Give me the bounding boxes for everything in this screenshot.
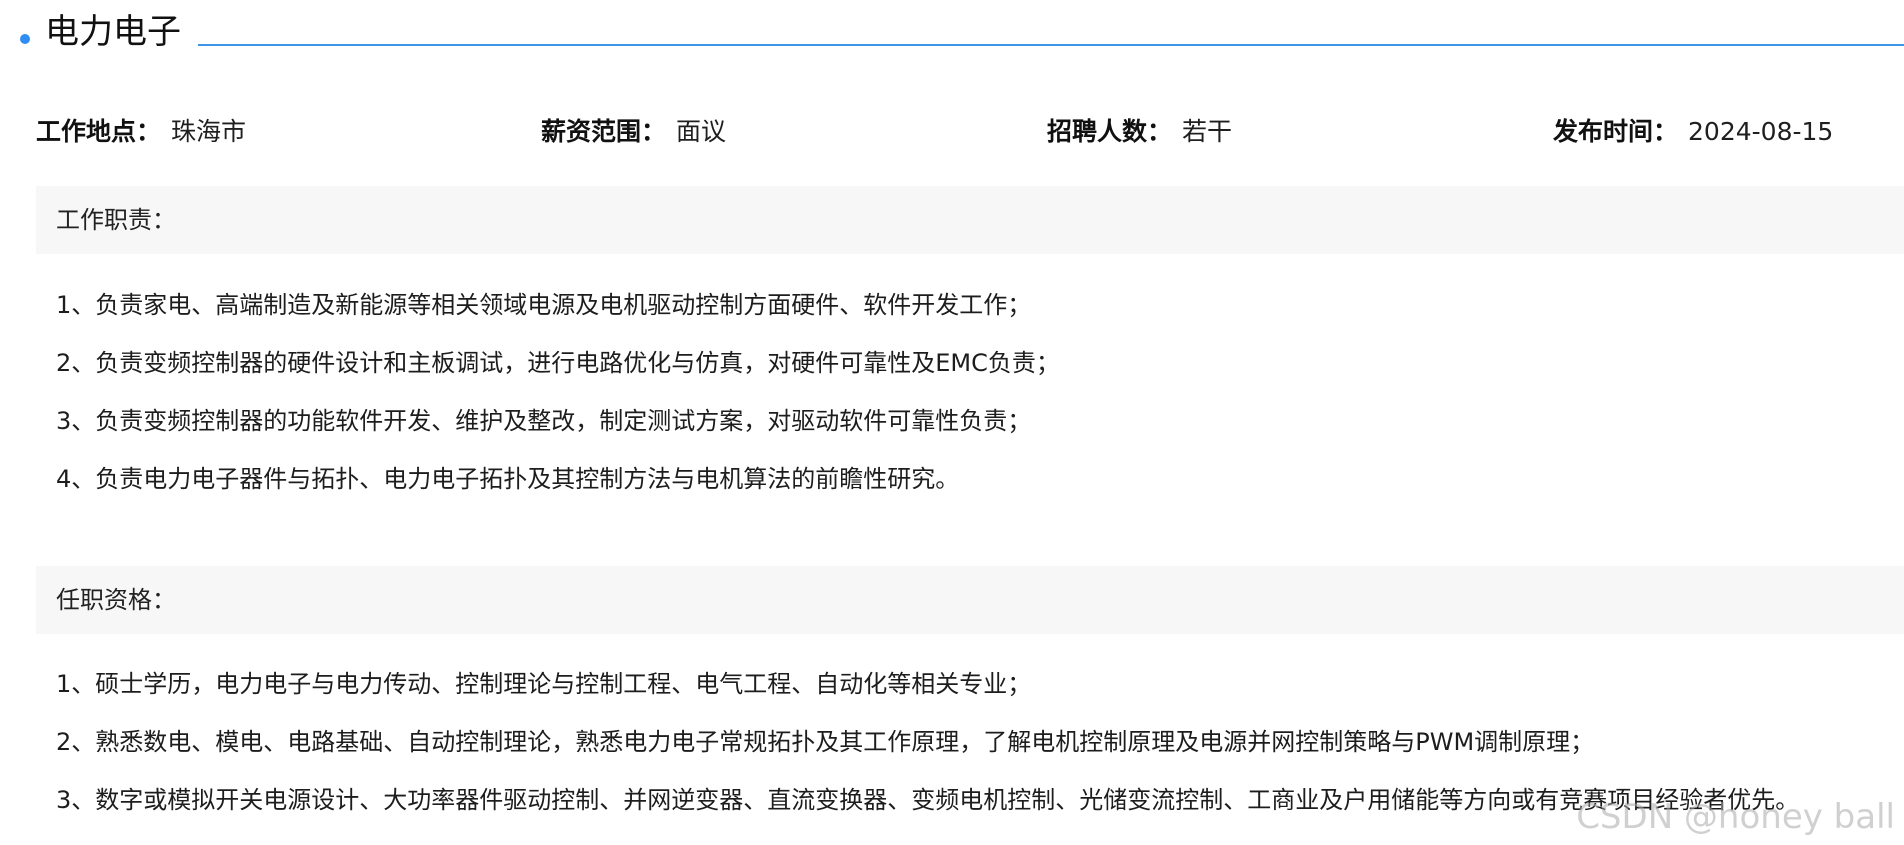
meta-location: 工作地点： 珠海市 <box>36 111 246 153</box>
publish-date-value: 2024-08-15 <box>1688 117 1834 146</box>
qualifications-list-item: 3、数字或模拟开关电源设计、大功率器件驱动控制、并网逆变器、直流变换器、变频电机… <box>56 786 1800 814</box>
qualifications-list-item: 2、熟悉数电、模电、电路基础、自动控制理论，熟悉电力电子常规拓扑及其工作原理，了… <box>56 728 1595 756</box>
publish-date-label: 发布时间： <box>1553 117 1679 146</box>
salary-value: 面议 <box>676 117 727 146</box>
page-title: 电力电子 <box>45 12 181 52</box>
job-meta-row: 工作地点： 珠海市 薪资范围： 面议 招聘人数： 若干 发布时间： 2024-08-15 <box>0 111 1904 153</box>
qualifications-list-item: 1、硕士学历，电力电子与电力传动、控制理论与控制工程、电气工程、自动化等相关专业… <box>56 670 1032 698</box>
qualifications-list: 1、硕士学历，电力电子与电力传动、控制理论与控制工程、电气工程、自动化等相关专业… <box>56 655 1886 829</box>
meta-publish-date: 发布时间： 2024-08-15 <box>1553 111 1833 153</box>
headcount-label: 招聘人数： <box>1047 117 1173 146</box>
section-title-bar: 电力电子 <box>0 0 1904 66</box>
duties-list-item: 4、负责电力电子器件与拓扑、电力电子拓扑及其控制方法与电机算法的前瞻性研究。 <box>56 465 960 493</box>
salary-label: 薪资范围： <box>541 117 667 146</box>
title-bullet-dot <box>20 34 30 44</box>
duties-section-header: 工作职责： <box>36 186 1904 254</box>
duties-list-item: 1、负责家电、高端制造及新能源等相关领域电源及电机驱动控制方面硬件、软件开发工作… <box>56 291 1032 319</box>
meta-salary: 薪资范围： 面议 <box>541 111 726 153</box>
duties-list: 1、负责家电、高端制造及新能源等相关领域电源及电机驱动控制方面硬件、软件开发工作… <box>56 276 1886 508</box>
title-underline <box>198 44 1904 46</box>
meta-headcount: 招聘人数： 若干 <box>1047 111 1232 153</box>
duties-list-item: 2、负责变频控制器的硬件设计和主板调试，进行电路优化与仿真，对硬件可靠性及EMC… <box>56 349 1060 377</box>
location-label: 工作地点： <box>36 117 162 146</box>
headcount-value: 若干 <box>1182 117 1233 146</box>
qualifications-section-header: 任职资格： <box>36 566 1904 634</box>
location-value: 珠海市 <box>171 117 247 146</box>
duties-list-item: 3、负责变频控制器的功能软件开发、维护及整改，制定测试方案，对驱动软件可靠性负责… <box>56 407 1032 435</box>
